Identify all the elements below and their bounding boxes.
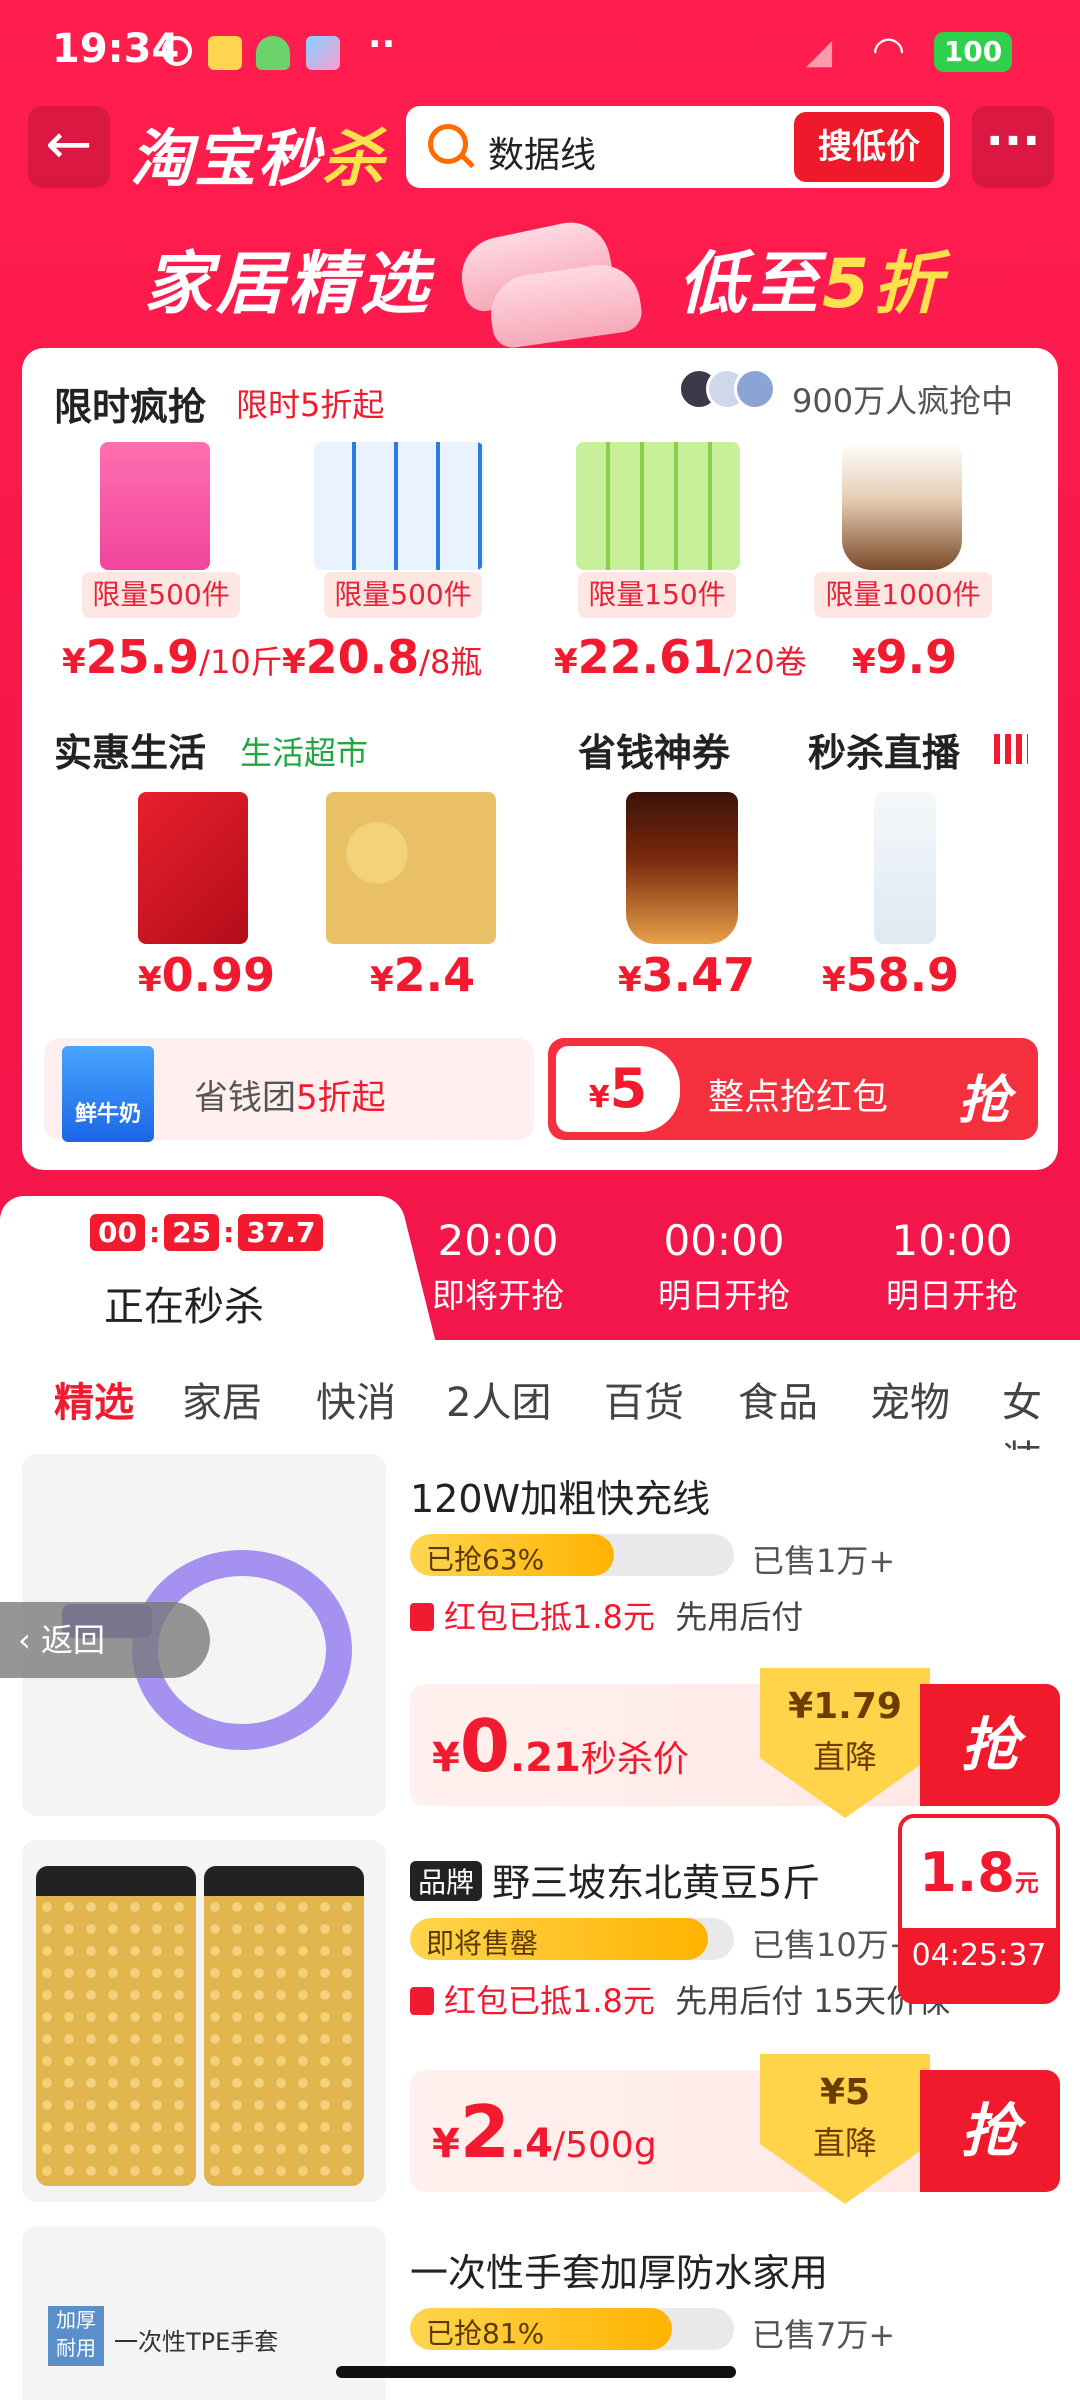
sold-progress-bar: 已抢63% xyxy=(410,1534,734,1576)
soybean-image xyxy=(22,1840,386,2202)
search-input[interactable]: 数据线 xyxy=(488,126,596,178)
product-title: 品牌 野三坡东北黄豆5斤 xyxy=(410,1852,820,1907)
live-title[interactable]: 秒杀直播 xyxy=(808,722,960,777)
tab-general[interactable]: 百货 xyxy=(604,1370,684,1428)
time-tab-2000[interactable]: 20:00 即将开抢 xyxy=(388,1216,608,1317)
watermark: 来福巴士 xyxy=(424,1136,560,1176)
sold-count: 已售1万+ xyxy=(752,1542,896,1580)
product-title: 一次性手套加厚防水家用 xyxy=(410,2251,829,2295)
life-item-notebook[interactable]: ¥0.99 xyxy=(62,788,292,1008)
flash-item-tissue[interactable]: 限量150件 ¥22.61/20卷 xyxy=(534,438,807,698)
red-packet-banner[interactable]: ¥5 整点抢红包 抢 xyxy=(548,1038,1038,1140)
search-lowprice-button[interactable]: 搜低价 xyxy=(794,112,944,182)
life-item-drink[interactable]: ¥3.47 xyxy=(582,788,812,1008)
redpacket-info: 红包已抵1.8元 先用后付 xyxy=(410,1592,803,1638)
mute-icon xyxy=(162,36,192,66)
tissue-rolls-image xyxy=(576,442,740,570)
time-tab-1000[interactable]: 10:00 明日开抢 xyxy=(842,1216,1062,1317)
grab-button[interactable]: 抢 xyxy=(920,1684,1060,1806)
banner-left-text[interactable]: 家居精选 xyxy=(144,228,432,327)
more-dots-icon: ··· xyxy=(985,113,1041,169)
sold-progress-bar: 即将售罄 xyxy=(410,1918,734,1960)
slippers-image[interactable] xyxy=(450,210,645,351)
floating-coupon-widget[interactable]: 1.8元 04:25:37 xyxy=(898,1814,1060,2004)
search-icon xyxy=(428,124,468,164)
wifi-icon: ◠ xyxy=(872,28,906,72)
life-item-cleanser[interactable]: ¥58.9 xyxy=(822,788,1052,1008)
iced-drink-image xyxy=(626,792,738,944)
rice-bag-image xyxy=(100,442,210,570)
taobao-seckill-logo: 淘宝秒杀 xyxy=(130,122,387,195)
app-notification-icon xyxy=(208,36,242,70)
banner-right-text[interactable]: 低至5折 xyxy=(678,228,945,327)
coupon-title[interactable]: 省钱神券 xyxy=(578,722,730,777)
price-drop-badge: ¥5 直降 xyxy=(760,2054,930,2204)
tab-group2[interactable]: 2人团 xyxy=(446,1370,551,1428)
seckill-price: ¥0.21秒杀价 xyxy=(432,1704,689,1788)
time-tab-active-label: 正在秒杀 xyxy=(104,1284,264,1330)
flash-item-coffee[interactable]: 限量1000件 ¥9.9 xyxy=(792,438,1022,698)
avatar xyxy=(734,368,776,410)
milk-carton-image: 鲜牛奶 xyxy=(62,1046,154,1142)
home-indicator[interactable] xyxy=(336,2366,736,2378)
soybean-jars-image xyxy=(326,792,496,944)
floating-back-button[interactable]: ‹ 返回 xyxy=(0,1602,210,1678)
coffee-cup-image xyxy=(842,442,962,570)
tab-featured[interactable]: 精选 xyxy=(54,1370,134,1428)
status-bar: 19:34 ·· ◢ ◠ 100 xyxy=(0,0,1080,100)
floating-coupon-amount: 1.8元 xyxy=(902,1818,1056,1928)
flash-sale-subtitle: 限时5折起 xyxy=(236,386,385,424)
redpacket-icon xyxy=(410,1603,434,1631)
photo-app-icon xyxy=(306,36,340,70)
crowd-count: 900万人疯抢中 xyxy=(792,382,1014,420)
red-packet-coupon: ¥5 xyxy=(556,1046,680,1132)
gloves-image: 加厚耐用 一次性TPE手套 xyxy=(22,2226,386,2400)
more-notifications-icon: ·· xyxy=(368,24,396,65)
water-bottles-image xyxy=(314,442,484,570)
search-bar[interactable]: 数据线 搜低价 xyxy=(406,106,950,188)
countdown-timer: 00: 25: 37.7 xyxy=(90,1214,324,1251)
flash-item-rice[interactable]: 限量500件 ¥25.9/10斤 xyxy=(42,438,283,698)
more-button[interactable]: ··· xyxy=(972,106,1054,188)
price-bar[interactable]: ¥2.4/500g ¥5 直降 抢 xyxy=(410,2054,1060,2204)
cleanser-bottle-image xyxy=(874,792,936,944)
flash-item-water[interactable]: 限量500件 ¥20.8/8瓶 xyxy=(282,438,520,698)
product-title: 120W加粗快充线 xyxy=(410,1477,711,1521)
status-time: 19:34 xyxy=(52,26,180,72)
arrow-left-icon: ← xyxy=(45,112,93,177)
red-notebook-image xyxy=(138,792,248,944)
sold-progress-bar: 已抢81% xyxy=(410,2308,734,2350)
life-subtitle: 生活超市 xyxy=(240,734,369,772)
redpacket-info: 红包已抵1.8元 先用后付 15天价保 xyxy=(410,1976,950,2022)
chevron-left-icon: ‹ xyxy=(18,1621,41,1659)
live-bars-icon xyxy=(994,734,1028,764)
life-item-soybean[interactable]: ¥2.4 xyxy=(322,788,552,1008)
deals-card: 限时疯抢 限时5折起 900万人疯抢中 限量500件 ¥25.9/10斤 限量5… xyxy=(22,348,1058,1170)
signal-icon: ◢ xyxy=(806,32,833,72)
group-buy-banner[interactable]: 鲜牛奶 省钱团5折起 xyxy=(44,1038,534,1142)
seckill-price: ¥2.4/500g xyxy=(432,2090,657,2174)
life-title[interactable]: 实惠生活 xyxy=(54,722,206,777)
battery-indicator: 100 xyxy=(934,32,1012,72)
floating-coupon-countdown: 04:25:37 xyxy=(911,1938,1047,1973)
redpacket-icon xyxy=(410,1987,434,2015)
time-tab-0000[interactable]: 00:00 明日开抢 xyxy=(614,1216,834,1317)
tab-pets[interactable]: 宠物 xyxy=(870,1370,950,1428)
back-button[interactable]: ← xyxy=(28,106,110,188)
flash-sale-title[interactable]: 限时疯抢 xyxy=(54,376,206,431)
android-icon xyxy=(256,36,290,70)
tab-home[interactable]: 家居 xyxy=(182,1370,262,1428)
tab-food[interactable]: 食品 xyxy=(738,1370,818,1428)
price-drop-badge: ¥1.79 直降 xyxy=(760,1668,930,1818)
tab-fmcg[interactable]: 快消 xyxy=(316,1370,396,1428)
price-bar[interactable]: ¥0.21秒杀价 ¥1.79 直降 抢 xyxy=(410,1668,1060,1818)
grab-button[interactable]: 抢 xyxy=(920,2070,1060,2192)
red-packet-text: 整点抢红包 xyxy=(708,1077,889,1118)
brand-tag: 品牌 xyxy=(410,1861,483,1901)
red-packet-grab-button[interactable]: 抢 xyxy=(958,1058,1010,1133)
sold-count: 已售7万+ xyxy=(752,2316,896,2354)
sold-count: 已售10万+ xyxy=(752,1926,916,1964)
